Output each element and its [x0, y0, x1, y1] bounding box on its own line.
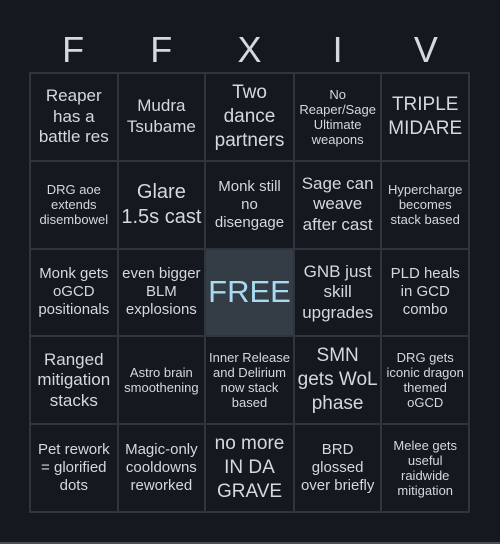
bingo-cell[interactable]: TRIPLE MIDARE [381, 73, 469, 161]
bingo-cell[interactable]: DRG gets iconic dragon themed oGCD [381, 336, 469, 425]
bingo-cell[interactable]: even bigger BLM explosions [117, 248, 206, 337]
bingo-board: Reaper has a battle res Mudra Tsubame Tw… [29, 72, 470, 513]
bingo-cell[interactable]: Magic-only cooldowns reworked [117, 424, 206, 512]
bingo-cell[interactable]: Glare 1.5s cast [117, 160, 206, 249]
bingo-cell[interactable]: Ranged mitigation stacks [30, 336, 118, 425]
bingo-cell[interactable]: Monk gets oGCD positionals [30, 248, 118, 337]
header-letter: F [150, 29, 173, 70]
bingo-cell[interactable]: Melee gets useful raidwide mitigation [381, 424, 469, 512]
bingo-cell[interactable]: No Reaper/Sage Ultimate weapons [293, 73, 382, 161]
bingo-cell[interactable]: Sage can weave after cast [293, 160, 382, 249]
header-letter: F [62, 29, 85, 70]
bingo-cell[interactable]: Two dance partners [205, 73, 294, 161]
bingo-cell[interactable]: GNB just skill upgrades [293, 248, 382, 337]
bingo-cell[interactable]: Monk still no disengage [205, 160, 294, 249]
bingo-cell[interactable]: Reaper has a battle res [30, 73, 118, 161]
bingo-cell[interactable]: Pet rework = glorified dots [30, 424, 118, 512]
bingo-cell[interactable]: Mudra Tsubame [117, 73, 206, 161]
free-space[interactable]: FREE [205, 248, 294, 337]
bingo-cell[interactable]: no more IN DA GRAVE [205, 424, 294, 512]
header-letter: I [332, 29, 343, 70]
bingo-cell[interactable]: DRG aoe extends disembowel [30, 160, 118, 249]
bingo-cell[interactable]: PLD heals in GCD combo [381, 248, 469, 337]
bingo-cell[interactable]: SMN gets WoL phase [293, 336, 382, 425]
bingo-cell[interactable]: Astro brain smoothening [117, 336, 206, 425]
bingo-header: F F X I V [29, 28, 470, 72]
bingo-cell[interactable]: BRD glossed over briefly [293, 424, 382, 512]
header-letter: X [237, 29, 262, 70]
bingo-cell[interactable]: Hypercharge becomes stack based [381, 160, 469, 249]
bingo-cell[interactable]: Inner Release and Delirium now stack bas… [205, 336, 294, 425]
header-letter: V [413, 29, 438, 70]
